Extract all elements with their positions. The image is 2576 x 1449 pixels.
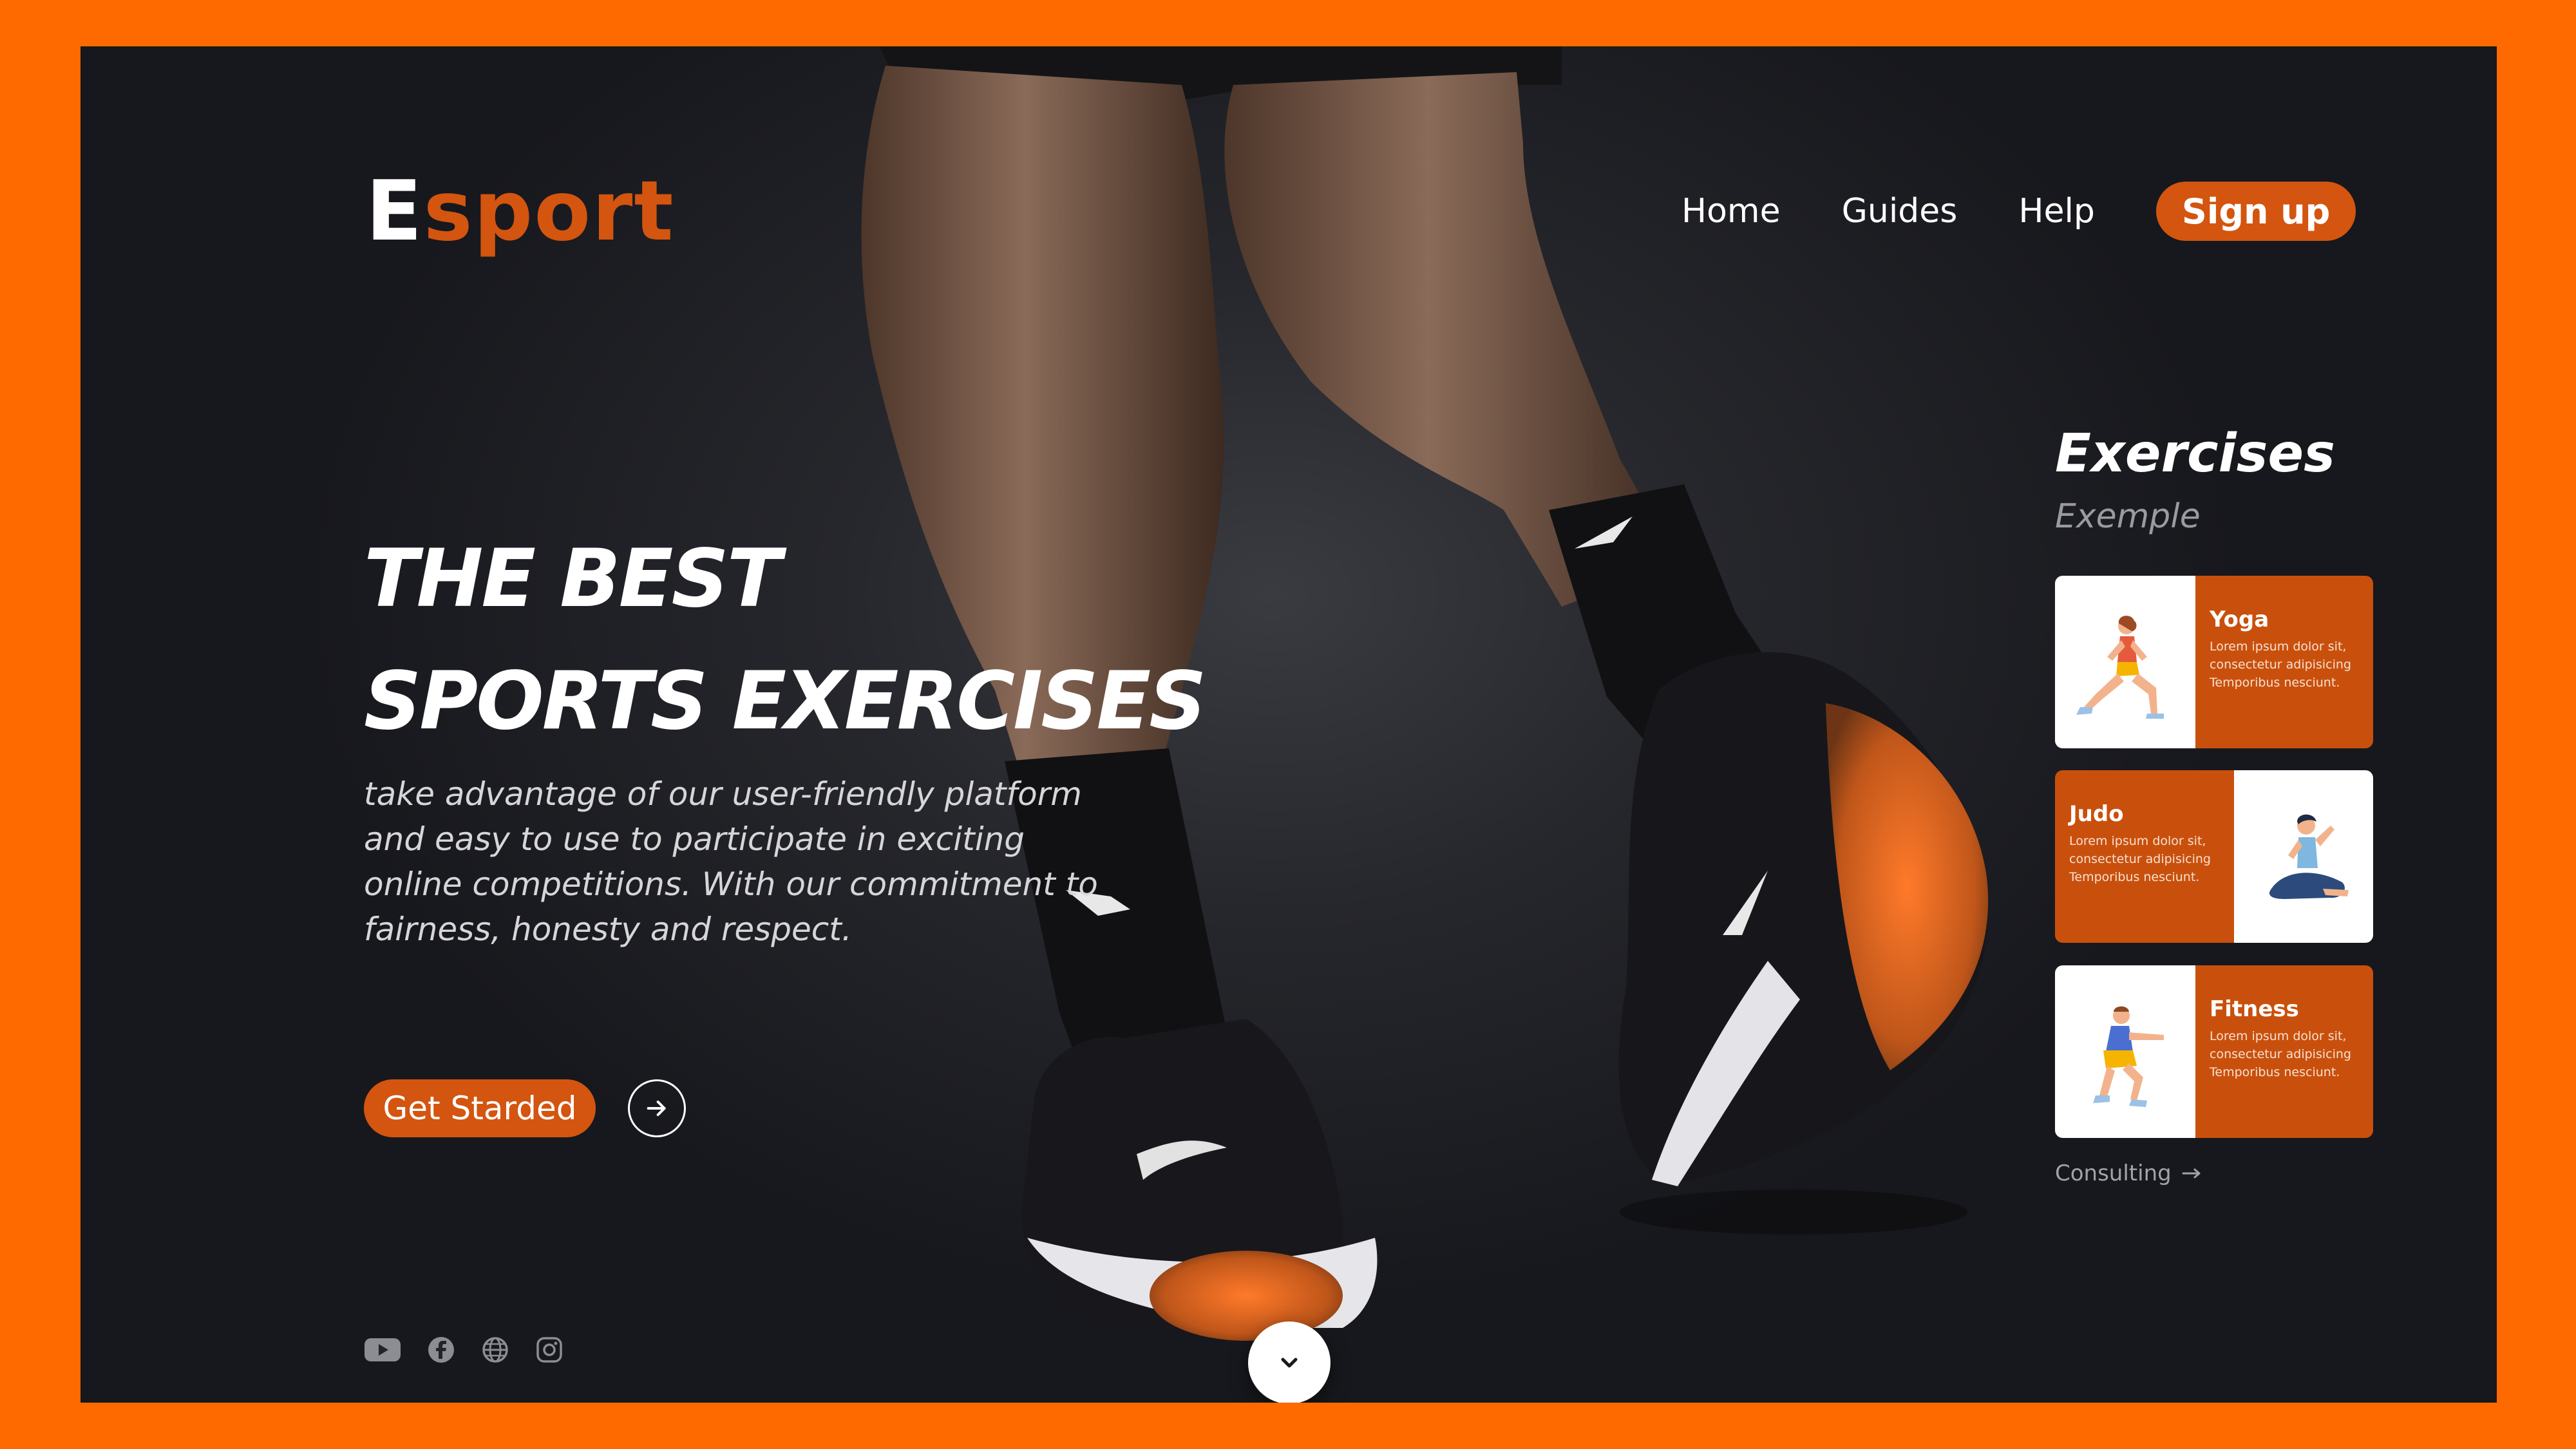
social-links (364, 1336, 589, 1364)
card-text: Yoga Lorem ipsum dolor sit, consectetur … (2195, 576, 2373, 748)
card-description: Lorem ipsum dolor sit, consectetur adipi… (2210, 639, 2351, 690)
exercise-card-yoga[interactable]: Yoga Lorem ipsum dolor sit, consectetur … (2055, 576, 2373, 748)
get-started-button[interactable]: Get Starded (364, 1079, 596, 1137)
arrow-right-icon (647, 1101, 666, 1116)
nav-home-link[interactable]: Home (1681, 192, 1781, 231)
exercises-subtitle: Exemple (2055, 497, 2201, 536)
top-nav: Home Guides Help Sign up (1681, 182, 2356, 241)
instagram-icon[interactable] (535, 1336, 564, 1364)
arrow-right-circle-button[interactable] (628, 1079, 686, 1137)
nav-help-link[interactable]: Help (2018, 192, 2095, 231)
signup-button[interactable]: Sign up (2155, 182, 2356, 241)
arrow-right-icon (2182, 1168, 2201, 1179)
card-description: Lorem ipsum dolor sit, consectetur adipi… (2210, 1029, 2351, 1079)
logo-text: sport (423, 164, 675, 260)
brand-logo[interactable]: Esport (366, 164, 675, 260)
card-title: Judo (2069, 801, 2124, 827)
globe-icon[interactable] (481, 1336, 509, 1364)
exercise-card-fitness[interactable]: Fitness Lorem ipsum dolor sit, consectet… (2055, 965, 2373, 1138)
exercises-title: Exercises (2055, 423, 2335, 484)
scroll-down-button[interactable] (1248, 1321, 1331, 1403)
chevron-down-icon (1281, 1358, 1298, 1368)
page-frame: Esport Home Guides Help Sign up THE BEST… (80, 46, 2497, 1403)
card-title: Fitness (2210, 996, 2299, 1022)
card-text: Fitness Lorem ipsum dolor sit, consectet… (2195, 965, 2373, 1138)
hero-title-line2: SPORTS EXERCISES (364, 655, 1207, 748)
logo-letter: E (366, 164, 424, 260)
nav-guides-link[interactable]: Guides (1842, 192, 1958, 231)
hero-cta: Get Starded (364, 1079, 686, 1137)
consulting-label: Consulting (2055, 1160, 2172, 1186)
fitness-illustration (2055, 965, 2195, 1138)
card-description: Lorem ipsum dolor sit, consectetur adipi… (2069, 834, 2211, 884)
consulting-link[interactable]: Consulting (2055, 1160, 2204, 1186)
youtube-icon[interactable] (364, 1336, 401, 1364)
judo-illustration (2234, 770, 2373, 943)
card-text: Judo Lorem ipsum dolor sit, consectetur … (2055, 770, 2234, 943)
yoga-illustration (2055, 576, 2195, 748)
card-title: Yoga (2210, 607, 2269, 632)
hero-description: take advantage of our user-friendly plat… (364, 775, 1098, 948)
facebook-icon[interactable] (427, 1336, 455, 1364)
hero-title-line1: THE BEST (364, 533, 781, 625)
exercise-card-judo[interactable]: Judo Lorem ipsum dolor sit, consectetur … (2055, 770, 2373, 943)
